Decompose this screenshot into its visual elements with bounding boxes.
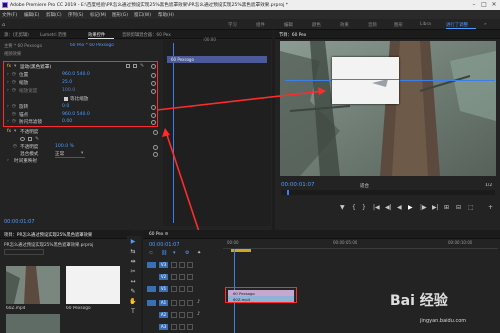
- watermark-url: jingyan.baidu.com: [420, 318, 467, 324]
- tab-project[interactable]: 项目：PR怎么通过预设实现25%黑色遮罩效果: [4, 232, 124, 238]
- thumb-label-matte: 60 Pexsogo: [66, 306, 91, 311]
- baidu-watermark: Bai 经验: [390, 293, 448, 309]
- pen-tool-icon[interactable]: ✎: [129, 288, 137, 295]
- lock-icon[interactable]: [171, 286, 177, 292]
- arrow-to-overlay: [156, 90, 325, 111]
- timeline-clip-video[interactable]: 60Z.mp4: [228, 296, 295, 302]
- timeline-timecode[interactable]: 00:00:01:07: [149, 242, 180, 248]
- project-tab-row: 项目：PR怎么通过预设实现25%黑色遮罩效果: [0, 230, 130, 239]
- ripple-edit-tool-icon[interactable]: ⇹: [129, 258, 137, 265]
- track-header-a1: A1 ♪: [145, 298, 223, 308]
- ruler-tick-10s: 00:00:10:00: [448, 240, 473, 245]
- target-a3[interactable]: A3: [159, 324, 168, 330]
- source-patch-a1[interactable]: [147, 300, 156, 306]
- lock-icon[interactable]: [171, 300, 177, 306]
- track-header-v1: V1: [145, 284, 223, 294]
- track-header-a3: A3: [145, 322, 223, 332]
- lock-icon[interactable]: [171, 274, 177, 280]
- track-header-v2: V2: [145, 272, 223, 282]
- thumbnail-clip-3[interactable]: [6, 314, 60, 333]
- lock-icon[interactable]: [171, 262, 177, 268]
- target-v3[interactable]: V3: [159, 262, 168, 268]
- wrench-icon[interactable]: ✦: [197, 250, 201, 256]
- sync-icon[interactable]: [179, 262, 185, 268]
- linked-selection-icon[interactable]: ⛓: [161, 250, 167, 256]
- mute-icon[interactable]: [179, 300, 185, 306]
- solo-icon[interactable]: [187, 324, 193, 330]
- thumbnail-matte-clip[interactable]: [66, 266, 120, 304]
- mic-icon[interactable]: ♪: [197, 299, 200, 305]
- add-marker-icon[interactable]: ▾: [173, 250, 176, 256]
- solo-icon[interactable]: [187, 312, 193, 318]
- tab-sequence[interactable]: 60 Pex ≡: [149, 232, 168, 237]
- selection-tool-icon[interactable]: ▶: [129, 238, 137, 245]
- razor-tool-icon[interactable]: ✂: [129, 268, 137, 275]
- target-a1[interactable]: A1: [159, 300, 168, 306]
- eye-icon[interactable]: [187, 274, 193, 280]
- lock-icon[interactable]: [171, 324, 177, 330]
- thumb-label-forest: 60Z.mp4: [6, 306, 26, 311]
- timeline-ruler[interactable]: 00:00 00:00:05:00 00:00:10:00: [223, 240, 498, 254]
- source-patch-v1[interactable]: [147, 286, 156, 292]
- track-header-v3: V3: [145, 260, 223, 270]
- forest-thumb: [6, 266, 60, 304]
- snap-icon[interactable]: ⊂: [149, 250, 153, 256]
- track-select-tool-icon[interactable]: ⇆: [129, 248, 137, 255]
- timeline-tab-row: 60 Pex ≡: [143, 230, 500, 239]
- source-patch-v3[interactable]: [147, 262, 156, 268]
- sync-icon[interactable]: [179, 286, 185, 292]
- project-panel: 项目：PR怎么通过预设实现25%黑色遮罩效果 PR怎么通过预设实现25%黑色遮罩…: [0, 230, 130, 333]
- track-headers: V3 V2 V1 A1 ♪ A2 ♪ A3: [145, 260, 223, 332]
- lock-icon[interactable]: [171, 312, 177, 318]
- type-tool-icon[interactable]: T: [129, 308, 137, 315]
- mute-icon[interactable]: [179, 312, 185, 318]
- solo-icon[interactable]: [187, 300, 193, 306]
- sync-icon[interactable]: [179, 274, 185, 280]
- thumbnail-forest-clip[interactable]: [6, 266, 60, 304]
- arrow-head-icon: [318, 87, 326, 95]
- track-header-a2: A2 ♪: [145, 310, 223, 320]
- target-v2[interactable]: V2: [159, 274, 168, 280]
- hand-tool-icon[interactable]: ✋: [129, 298, 137, 305]
- slip-tool-icon[interactable]: ↔: [129, 278, 137, 285]
- eye-icon[interactable]: [187, 262, 193, 268]
- timeline-settings-icon[interactable]: ⚙: [185, 250, 189, 256]
- eye-icon[interactable]: [187, 286, 193, 292]
- project-search-input[interactable]: [4, 249, 44, 255]
- mic-icon[interactable]: ♪: [197, 311, 200, 317]
- timeline-tool-buttons: ⊂ ⛓ ▾ ⚙ ✦: [149, 250, 219, 256]
- ruler-tick-5s: 00:00:05:00: [333, 240, 358, 245]
- mute-icon[interactable]: [179, 324, 185, 330]
- tools-panel: ▶ ⇆ ⇹ ✂ ↔ ✎ ✋ T: [127, 236, 141, 333]
- project-file-name: PR怎么通过预设实现25%黑色遮罩效果.prproj: [4, 243, 94, 248]
- target-a2[interactable]: A2: [159, 312, 168, 318]
- target-v1[interactable]: V1: [159, 286, 168, 292]
- ruler-tick-start: 00:00: [227, 240, 239, 245]
- arrow-head-icon: [162, 128, 170, 137]
